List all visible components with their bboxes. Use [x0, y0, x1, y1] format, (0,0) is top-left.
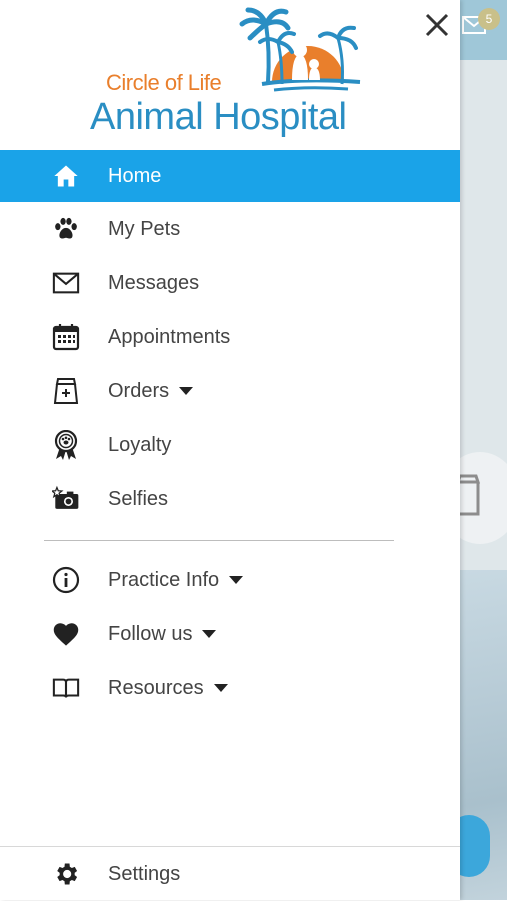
menu-item-practice-info[interactable]: Practice Info [0, 553, 460, 607]
paw-icon [52, 215, 80, 243]
menu-item-selfies[interactable]: Selfies [0, 472, 460, 526]
menu-item-follow-us[interactable]: Follow us [0, 607, 460, 661]
gear-icon [52, 860, 80, 888]
hospital-logo: Circle of Life Animal Hospital [0, 0, 460, 148]
chevron-down-icon [179, 387, 194, 396]
menu-item-resources[interactable]: Resources [0, 661, 460, 715]
heart-icon [52, 620, 80, 648]
pet-food-bag-icon [460, 474, 480, 516]
notification-badge: 5 [478, 8, 500, 30]
menu-item-my-pets[interactable]: My Pets [0, 202, 460, 256]
settings-row: Settings [0, 846, 460, 901]
logo-text-circle-of-life: Circle of Life [106, 70, 222, 95]
menu-label-messages: Messages [108, 271, 200, 294]
chevron-down-icon [202, 630, 217, 639]
pet-food-bag-icon [52, 377, 80, 405]
menu-item-loyalty[interactable]: Loyalty [0, 418, 460, 472]
menu-label-appointments: Appointments [108, 325, 231, 348]
menu-label-settings: Settings [108, 862, 181, 885]
menu-label-follow-us: Follow us [108, 623, 217, 646]
calendar-icon [52, 323, 80, 351]
menu-item-settings[interactable]: Settings [0, 847, 460, 901]
chevron-down-icon [213, 684, 228, 693]
menu-item-orders[interactable]: Orders [0, 364, 460, 418]
menu-label-home: Home [108, 164, 162, 187]
info-icon [52, 566, 80, 594]
envelope-icon [52, 269, 80, 297]
menu-label-selfies: Selfies [108, 487, 169, 510]
home-icon [52, 162, 80, 190]
palm-sunset-logo-icon [239, 7, 361, 92]
menu-label-loyalty: Loyalty [108, 433, 172, 456]
menu-label-practice-info: Practice Info [108, 569, 244, 592]
background-orders-tile[interactable] [460, 452, 507, 544]
floating-action-button[interactable] [460, 815, 490, 877]
logo-text-animal-hospital: Animal Hospital [90, 96, 347, 138]
background-app: 5 [460, 0, 507, 900]
menu-item-messages[interactable]: Messages [0, 256, 460, 310]
navigation-drawer: Circle of Life Animal Hospital Home My P… [0, 0, 460, 900]
background-app-bar: 5 [460, 0, 507, 60]
book-icon [52, 674, 80, 702]
drawer-secondary-menu: Practice Info Follow us Resources [0, 553, 460, 715]
menu-label-my-pets: My Pets [108, 217, 181, 240]
menu-divider [44, 540, 394, 541]
chevron-down-icon [229, 576, 244, 585]
camera-star-icon [52, 485, 80, 513]
menu-label-resources: Resources [108, 677, 228, 700]
menu-label-orders: Orders [108, 380, 194, 403]
drawer-menu: Home My Pets Messages Appointments Order… [0, 150, 460, 526]
menu-item-home[interactable]: Home [0, 150, 460, 202]
menu-item-appointments[interactable]: Appointments [0, 310, 460, 364]
award-ribbon-icon [52, 430, 80, 460]
